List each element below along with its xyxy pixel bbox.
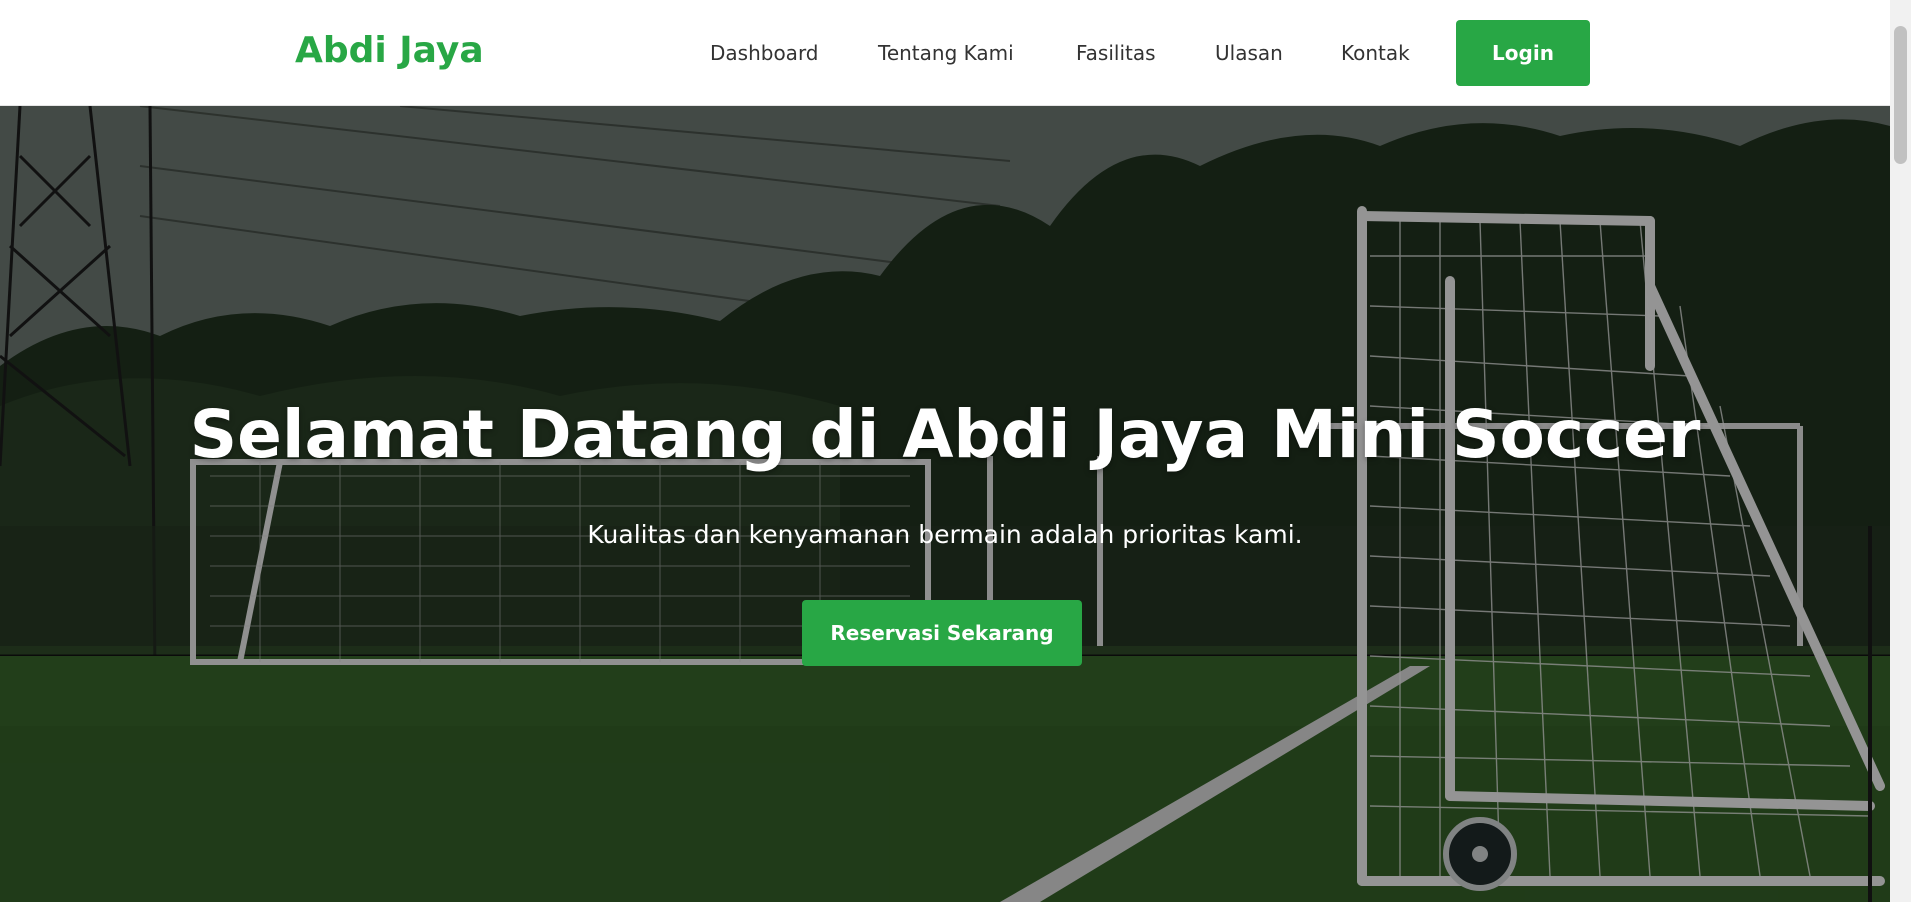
hero-overlay (0, 106, 1890, 902)
scrollbar-thumb[interactable] (1894, 26, 1907, 164)
navbar: Abdi Jaya Dashboard Tentang Kami Fasilit… (0, 0, 1890, 106)
nav-fasilitas[interactable]: Fasilitas (1076, 41, 1156, 65)
hero-subtitle: Kualitas dan kenyamanan bermain adalah p… (587, 520, 1303, 549)
nav-tentang-kami[interactable]: Tentang Kami (878, 41, 1014, 65)
page-scrollbar[interactable] (1890, 0, 1911, 902)
hero-title: Selamat Datang di Abdi Jaya Mini Soccer (189, 396, 1701, 473)
login-button[interactable]: Login (1456, 20, 1590, 86)
nav-links: Dashboard Tentang Kami Fasilitas Ulasan … (0, 41, 1890, 71)
nav-kontak[interactable]: Kontak (1341, 41, 1410, 65)
nav-dashboard[interactable]: Dashboard (710, 41, 819, 65)
nav-ulasan[interactable]: Ulasan (1215, 41, 1283, 65)
reservation-button[interactable]: Reservasi Sekarang (802, 600, 1082, 666)
hero-section: Selamat Datang di Abdi Jaya Mini Soccer … (0, 106, 1890, 902)
